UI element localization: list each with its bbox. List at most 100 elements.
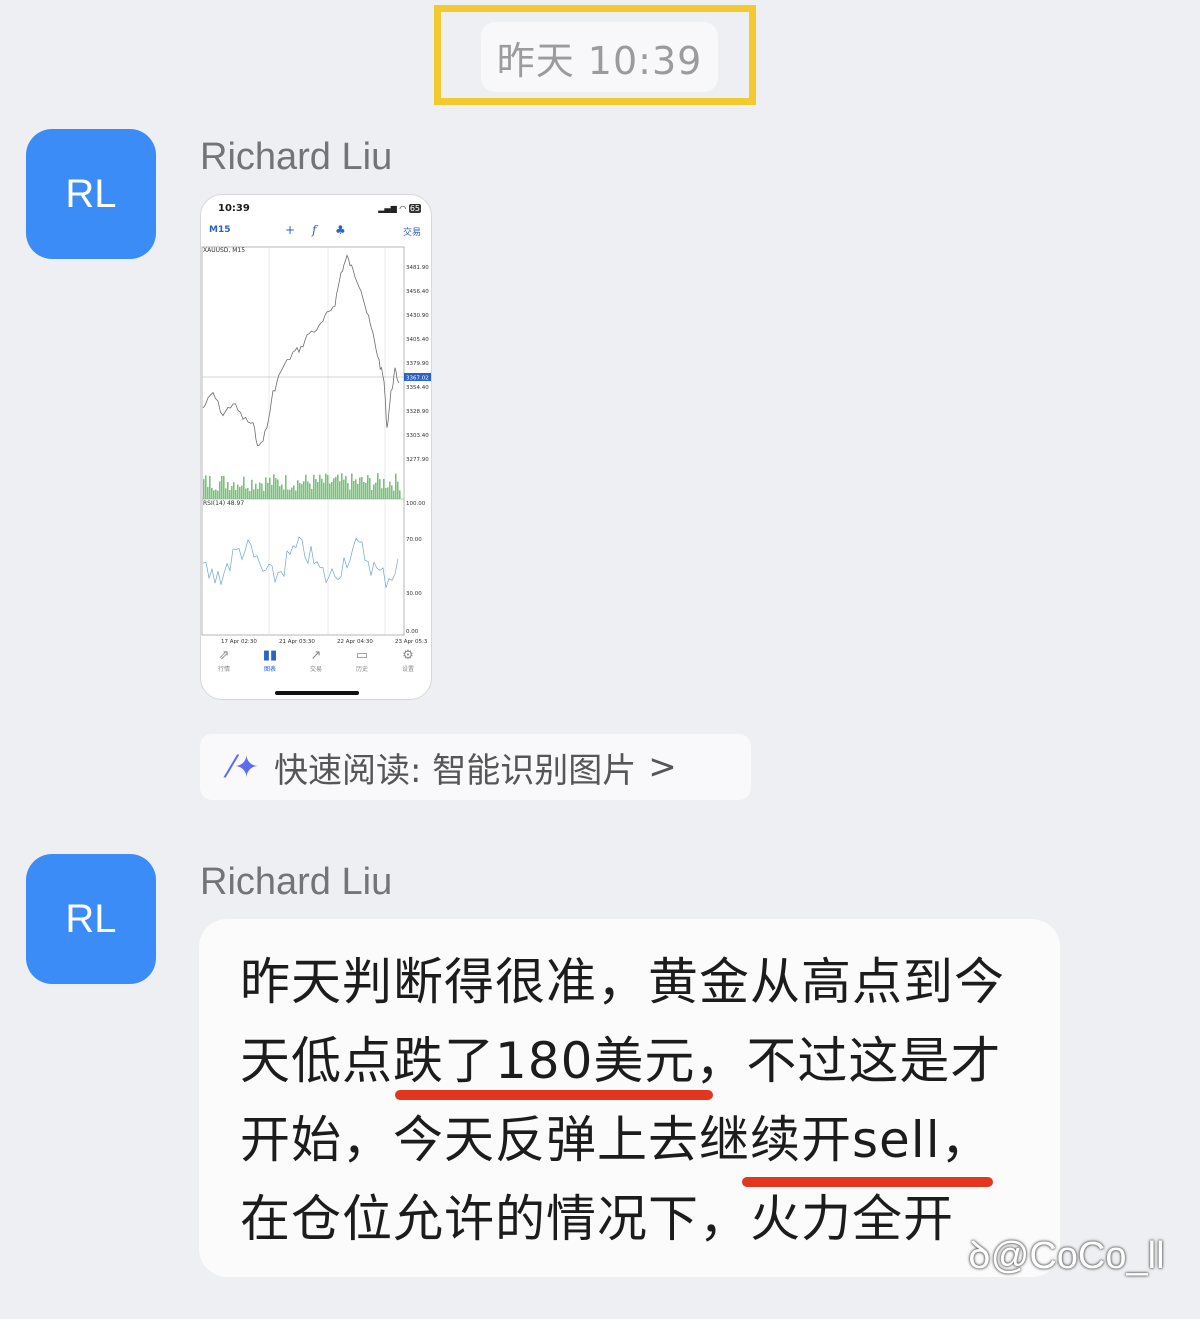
x-tick-label: 23 Apr 05:3 — [395, 639, 428, 645]
volume-bar — [279, 486, 281, 499]
volume-bar — [363, 481, 365, 499]
x-tick-label: 21 Apr 03:30 — [279, 639, 315, 645]
chart-labels: 3481.90 3456.40 3430.90 3405.40 3379.90 3354.… — [221, 265, 431, 645]
volume-bar — [399, 490, 401, 499]
volume-bar — [269, 477, 271, 499]
volume-bar — [227, 482, 229, 499]
crosshair-icon: + — [285, 223, 296, 237]
trade-link: 交易 — [402, 228, 421, 238]
volume-bar — [347, 483, 349, 499]
volume-bar — [259, 482, 261, 499]
volume-bar — [379, 479, 381, 499]
price-line — [202, 254, 400, 446]
volume-bar — [249, 490, 251, 499]
price-tick-label: 3354.40 — [406, 385, 429, 391]
rsi-tick-label: 70.00 — [406, 537, 422, 543]
volume-bar — [341, 473, 343, 499]
tab-label: 历史 — [355, 666, 368, 673]
price-tick-label: 3456.40 — [406, 289, 429, 295]
message-line: 天低点跌了180美元，不过这是才 — [240, 1032, 1002, 1090]
volume-bar — [301, 484, 303, 499]
price-tick-label: 3430.90 — [406, 313, 429, 319]
volume-bar — [287, 489, 289, 499]
volume-bar — [333, 478, 335, 499]
image-message[interactable]: 10:39 ▂▄▆ ◠ 65 M15 + f ♣ 交易 XAUUSD, M15 … — [200, 194, 432, 700]
volume-bar — [251, 479, 253, 499]
volume-bar — [239, 486, 241, 499]
chart-title: XAUUSD, M15 — [203, 247, 245, 254]
volume-bar — [375, 482, 377, 499]
price-tick-label: 3277.90 — [406, 457, 429, 463]
volume-bar — [207, 486, 209, 499]
quick-read-button[interactable]: ⁄✦ 快速阅读: 智能识别图片 > — [200, 734, 751, 800]
tab-label: 图表 — [263, 666, 276, 673]
volume-bar — [225, 488, 227, 499]
volume-bar — [373, 484, 375, 499]
chart-grid — [201, 246, 405, 636]
volume-bar — [351, 473, 353, 499]
volume-bar — [389, 481, 391, 499]
watermark: ꝺ@CoCo_ll — [968, 1228, 1165, 1280]
volume-bar — [305, 474, 307, 499]
volume-bar — [221, 476, 223, 499]
volume-bar — [387, 487, 389, 499]
message-line: 在仓位允许的情况下，火力全开 — [240, 1190, 954, 1248]
volume-bar — [307, 481, 309, 499]
rsi-line — [202, 536, 399, 588]
magic-wand-icon: ⁄✦ — [228, 749, 260, 785]
x-tick-label: 22 Apr 04:30 — [337, 639, 373, 645]
volume-bar — [355, 479, 357, 499]
volume-bar — [357, 483, 359, 499]
volume-bar — [241, 485, 243, 499]
volume-bar — [211, 487, 213, 499]
quick-read-label: 快速阅读: 智能识别图片 — [274, 750, 637, 791]
volume-bar — [213, 490, 215, 499]
volume-bar — [247, 488, 249, 499]
volume-bar — [285, 475, 287, 499]
volume-bar — [271, 484, 273, 499]
sender-avatar[interactable]: RL — [26, 129, 156, 259]
chart-marks — [202, 254, 401, 588]
avatar-initials: RL — [65, 896, 117, 941]
volume-bar — [245, 488, 247, 499]
chart-frame — [201, 246, 405, 636]
volume-bar — [289, 489, 291, 499]
volume-bar — [311, 488, 313, 499]
volume-bar — [319, 474, 321, 499]
watermark-logo-icon: ꝺ — [968, 1235, 991, 1277]
volume-bar — [365, 483, 367, 499]
watermark-text: @CoCo_ll — [990, 1235, 1165, 1277]
volume-bar — [327, 475, 329, 499]
volume-bar — [359, 477, 361, 499]
home-indicator — [275, 691, 359, 695]
volume-bar — [303, 481, 305, 499]
volume-bar — [261, 483, 263, 499]
volume-bar — [265, 477, 267, 499]
volume-bar — [321, 478, 323, 499]
volume-bar — [381, 488, 383, 499]
volume-bar — [243, 476, 245, 499]
volume-bar — [395, 473, 397, 499]
volume-bar — [385, 487, 387, 499]
volume-bar — [369, 478, 371, 499]
tab-settings: ⚙ 设置 — [385, 648, 431, 680]
volume-bar — [273, 474, 275, 499]
current-price-label: 3367.02 — [406, 376, 429, 382]
volume-bar — [229, 490, 231, 499]
timestamp-text: 昨天 10:39 — [496, 38, 703, 83]
volume-bar — [235, 489, 237, 499]
volume-bar — [255, 483, 257, 499]
tab-quotes: ⇗ 行情 — [201, 648, 247, 680]
message-line: 开始，今天反弹上去继续开sell， — [240, 1111, 992, 1169]
sender-avatar[interactable]: RL — [26, 854, 156, 984]
volume-bar — [331, 482, 333, 499]
volume-bar — [277, 479, 279, 499]
status-time: 10:39 — [218, 203, 250, 214]
volume-bar — [339, 481, 341, 499]
volume-bar — [299, 483, 301, 499]
volume-bar — [205, 475, 207, 499]
red-underline-annotation — [742, 1177, 993, 1187]
volume-bar — [293, 485, 295, 499]
volume-bar — [267, 482, 269, 499]
battery-level: 65 — [408, 204, 421, 213]
